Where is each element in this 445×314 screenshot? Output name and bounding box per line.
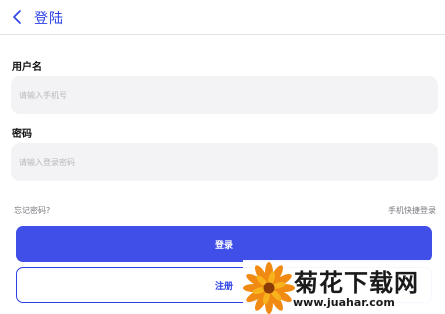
password-input[interactable] — [11, 143, 438, 181]
flower-logo-icon — [243, 262, 295, 314]
header-bar: 登陆 — [0, 0, 445, 35]
login-screen: 登陆 用户名 密码 忘记密码? 手机快捷登录 登录 注册 — [0, 0, 445, 314]
watermark-title: 菊花下载网 — [294, 269, 419, 297]
back-button[interactable] — [8, 8, 26, 26]
username-input[interactable] — [11, 76, 438, 114]
quick-login-link[interactable]: 手机快捷登录 — [388, 205, 436, 216]
username-label: 用户名 — [12, 62, 42, 73]
chevron-left-icon — [13, 10, 21, 24]
forgot-password-link[interactable]: 忘记密码? — [14, 205, 50, 216]
page-title: 登陆 — [34, 11, 64, 27]
watermark-url: www.juahar.com — [293, 296, 395, 309]
watermark-overlay: 菊花下载网 www.juahar.com — [243, 260, 445, 314]
login-button[interactable]: 登录 — [16, 226, 432, 262]
password-label: 密码 — [12, 129, 32, 140]
